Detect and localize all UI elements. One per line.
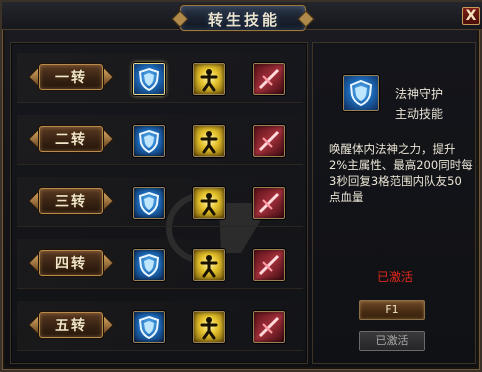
title-plaque: 转生技能: [180, 5, 306, 31]
activation-status: 已激活: [376, 270, 413, 284]
rank-row-2: 二转: [11, 111, 309, 169]
window-title: 转生技能: [207, 11, 280, 29]
shield-skill-icon[interactable]: [133, 125, 165, 157]
rank-row-5: 五转: [11, 297, 309, 355]
monk-skill-icon[interactable]: [193, 187, 225, 219]
rank-badge: 四转: [28, 248, 114, 278]
skill-type: 主动技能: [395, 107, 444, 121]
monk-skill-icon[interactable]: [193, 63, 225, 95]
shield-skill-icon[interactable]: [133, 311, 165, 343]
rank-badge: 一转: [28, 62, 114, 92]
shield-skill-icon[interactable]: [133, 249, 165, 281]
rank-label: 四转: [55, 256, 87, 272]
shield-skill-icon[interactable]: [133, 63, 165, 95]
title-bar: 转生技能 X: [2, 2, 482, 31]
rank-label: 一转: [55, 70, 87, 86]
monk-skill-icon[interactable]: [193, 249, 225, 281]
close-button[interactable]: X: [462, 7, 480, 25]
rank-label: 三转: [55, 194, 87, 210]
skill-name: 法神守护: [395, 87, 444, 101]
rank-row-4: 四转: [11, 235, 309, 293]
skill-description: 唤醒体内法神之力，提升2%主属性、最高200同时每3秒回复3格范围内队友50点血…: [329, 142, 473, 204]
blade-skill-icon[interactable]: [253, 125, 285, 157]
blade-skill-icon[interactable]: [253, 311, 285, 343]
monk-skill-icon[interactable]: [193, 125, 225, 157]
blade-skill-icon[interactable]: [253, 187, 285, 219]
blade-skill-icon[interactable]: [253, 63, 285, 95]
rank-row-3: 三转: [11, 173, 309, 231]
monk-skill-icon[interactable]: [193, 311, 225, 343]
rank-badge: 二转: [28, 124, 114, 154]
rank-label: 五转: [55, 318, 87, 334]
rank-badge: 五转: [28, 310, 114, 340]
rank-row-1: 一转: [11, 49, 309, 107]
shield-skill-icon: [343, 75, 379, 111]
rebirth-skill-grid: 一转 二转 三转 四转 五转: [10, 42, 308, 364]
rank-label: 二转: [55, 132, 87, 148]
shield-skill-icon[interactable]: [133, 187, 165, 219]
skill-detail-panel: 法神守护 主动技能 唤醒体内法神之力，提升2%主属性、最高200同时每3秒回复3…: [312, 42, 476, 364]
blade-skill-icon[interactable]: [253, 249, 285, 281]
skill-window: 转生技能 X 一转 二转 三转 四转 五转 法神守护 主动技能 唤醒体内法神之力…: [0, 0, 482, 372]
activated-button[interactable]: 已激活: [359, 331, 425, 351]
hotkey-button[interactable]: F1: [359, 300, 425, 320]
rank-badge: 三转: [28, 186, 114, 216]
